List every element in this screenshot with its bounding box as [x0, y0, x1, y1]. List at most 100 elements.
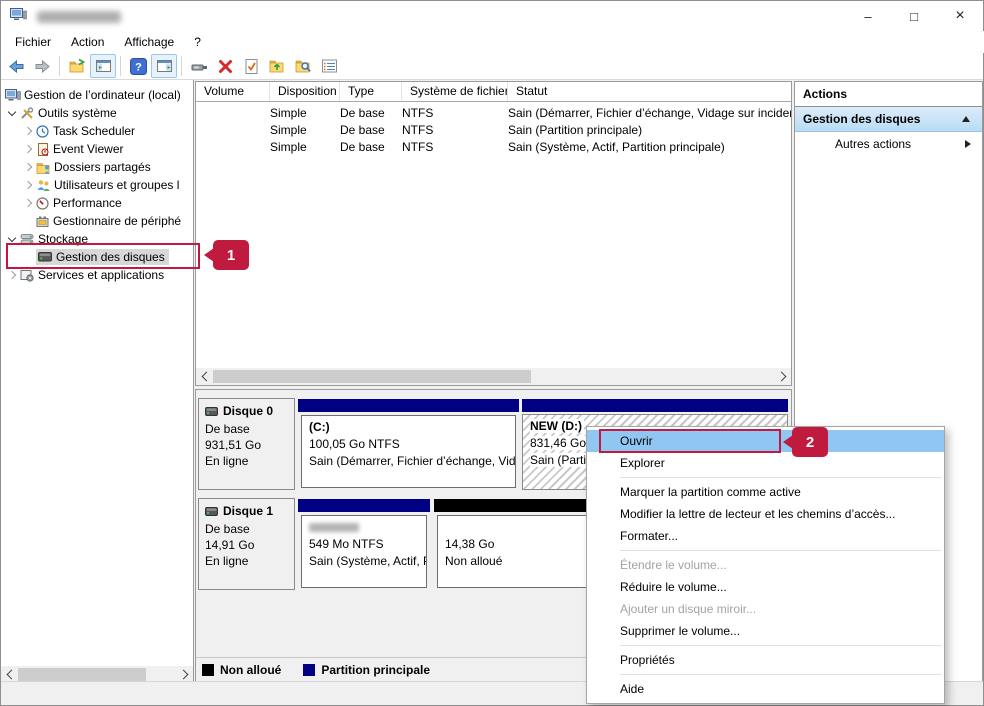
tree-item-utilisateurs-groupes[interactable]: Utilisateurs et groupes l	[1, 176, 194, 194]
chevron-right-icon[interactable]	[5, 269, 17, 281]
tree-item-outils-systeme[interactable]: Outils système	[1, 104, 194, 122]
status-cell: Sain (Système, Actif, Partition principa…	[508, 139, 791, 156]
toolbar-separator	[59, 56, 60, 76]
menu-item-proprietes[interactable]: Propriétés	[587, 649, 944, 671]
column-header-disposition[interactable]: Disposition	[270, 82, 340, 101]
tree-root-computer-management[interactable]: Gestion de l’ordinateur (local)	[1, 86, 194, 104]
disk-size: 931,51 Go	[205, 437, 294, 453]
console-tree-pane: Gestion de l’ordinateur (local) Outils s…	[1, 80, 194, 683]
disk-type: De base	[205, 521, 294, 537]
column-header-filesystem[interactable]: Système de fichiers	[402, 82, 508, 101]
menu-action[interactable]: Action	[61, 33, 114, 51]
disk-status: En ligne	[205, 553, 294, 569]
menu-fichier[interactable]: Fichier	[5, 33, 61, 51]
scroll-right-arrow[interactable]	[774, 368, 791, 385]
menu-item-marquer-partition-active[interactable]: Marquer la partition comme active	[587, 481, 944, 503]
menu-bar: Fichier Action Affichage ?	[1, 31, 984, 53]
chevron-right-icon[interactable]	[21, 197, 33, 209]
window-title-redacted	[37, 11, 121, 23]
tree-item-label: Task Scheduler	[53, 124, 135, 138]
minimize-button[interactable]: –	[845, 1, 891, 31]
maximize-button[interactable]: □	[891, 1, 937, 31]
partition-title: NEW (D:)	[530, 419, 584, 433]
partition-c[interactable]: (C:) 100,05 Go NTFS Sain (Démarrer, Fich…	[298, 398, 519, 490]
close-button[interactable]: ×	[937, 1, 983, 31]
disposition-cell: Simple	[270, 122, 340, 139]
filesystem-cell: NTFS	[402, 105, 508, 122]
table-row-volume-c[interactable]: (C:) Simple De base NTFS Sain (Démarrer,…	[196, 105, 791, 122]
tree-item-gestionnaire-peripheriques[interactable]: Gestionnaire de périphé	[1, 212, 194, 230]
chevron-right-icon	[965, 140, 971, 148]
toolbar-separator	[120, 56, 121, 76]
menu-separator	[620, 550, 941, 551]
chevron-down-icon[interactable]	[5, 107, 17, 119]
partition-status: Sain (Démarrer, Fichier d’échange, Vida	[309, 453, 515, 470]
forward-button[interactable]	[29, 54, 55, 78]
menu-item-formater[interactable]: Formater...	[587, 525, 944, 547]
scrollbar-thumb[interactable]	[18, 668, 146, 681]
disk-1-label-cell[interactable]: Disque 1 De base 14,91 Go En ligne	[198, 498, 295, 590]
device-manager-icon	[36, 215, 50, 228]
table-row-volume-redacted[interactable]: Simple De base NTFS Sain (Système, Actif…	[196, 139, 791, 156]
disk-name: Disque 0	[223, 404, 273, 418]
tree-item-dossiers-partages[interactable]: Dossiers partagés	[1, 158, 194, 176]
users-icon	[36, 179, 51, 192]
folder-search-button[interactable]	[290, 54, 316, 78]
actions-section-gestion-des-disques[interactable]: Gestion des disques	[795, 107, 982, 132]
console-tree-icon	[95, 58, 112, 74]
properties-list-icon	[321, 58, 338, 74]
annotation-badge-step2: 2	[792, 427, 828, 457]
column-header-status[interactable]: Statut	[508, 82, 791, 101]
menu-item-reduire-volume[interactable]: Réduire le volume...	[587, 576, 944, 598]
column-header-volume[interactable]: Volume	[196, 82, 270, 101]
menu-item-etendre-volume: Étendre le volume...	[587, 554, 944, 576]
chevron-right-icon[interactable]	[21, 179, 33, 191]
disk-icon	[205, 507, 218, 516]
tree-item-performance[interactable]: Performance	[1, 194, 194, 212]
performance-icon	[36, 197, 50, 210]
chevron-right-icon[interactable]	[21, 143, 33, 155]
partition-size: 100,05 Go NTFS	[309, 436, 515, 453]
tree-item-label: Performance	[53, 196, 122, 210]
menu-item-supprimer-volume[interactable]: Supprimer le volume...	[587, 620, 944, 642]
folder-up-icon	[269, 58, 286, 75]
chevron-right-icon[interactable]	[21, 125, 33, 137]
menu-help[interactable]: ?	[184, 33, 211, 51]
tree-item-task-scheduler[interactable]: Task Scheduler	[1, 122, 194, 140]
menu-item-modifier-lettre-lecteur[interactable]: Modifier la lettre de lecteur et les che…	[587, 503, 944, 525]
back-button[interactable]	[3, 54, 29, 78]
tree-item-event-viewer[interactable]: Event Viewer	[1, 140, 194, 158]
column-header-type[interactable]: Type	[340, 82, 402, 101]
export-folder-button[interactable]	[64, 54, 90, 78]
menu-affichage[interactable]: Affichage	[114, 33, 184, 51]
delete-button[interactable]	[212, 54, 238, 78]
check-document-button[interactable]	[238, 54, 264, 78]
delete-icon	[217, 58, 234, 75]
help-button[interactable]: ?	[125, 54, 151, 78]
folder-search-icon	[295, 58, 312, 75]
menu-item-explorer[interactable]: Explorer	[587, 452, 944, 474]
chevron-right-icon[interactable]	[21, 161, 33, 173]
status-cell: Sain (Partition principale)	[508, 122, 791, 139]
device-button[interactable]	[186, 54, 212, 78]
menu-item-aide[interactable]: Aide	[587, 678, 944, 700]
app-icon	[10, 8, 27, 23]
console-tree-toggle-button[interactable]	[90, 54, 116, 78]
toolbar: ?	[1, 53, 983, 80]
menu-separator	[620, 477, 941, 478]
help-icon: ?	[130, 58, 147, 75]
scroll-left-arrow[interactable]	[196, 368, 213, 385]
actions-item-autres-actions[interactable]: Autres actions	[795, 132, 982, 156]
action-pane-toggle-button[interactable]	[151, 54, 177, 78]
partition-system-reserved[interactable]: 549 Mo NTFS Sain (Système, Actif, P	[298, 498, 430, 590]
type-cell: De base	[340, 122, 402, 139]
scrollbar-thumb[interactable]	[213, 370, 531, 383]
table-row-volume-new-d[interactable]: NEW (D:) Simple De base NTFS Sain (Parti…	[196, 122, 791, 139]
properties-list-button[interactable]	[316, 54, 342, 78]
services-icon	[20, 269, 35, 282]
volume-list-horizontal-scrollbar	[196, 368, 791, 385]
folder-up-button[interactable]	[264, 54, 290, 78]
legend-label: Partition principale	[321, 663, 430, 677]
annotation-box-step2	[599, 429, 781, 453]
disk-0-label-cell[interactable]: Disque 0 De base 931,51 Go En ligne	[198, 398, 295, 490]
